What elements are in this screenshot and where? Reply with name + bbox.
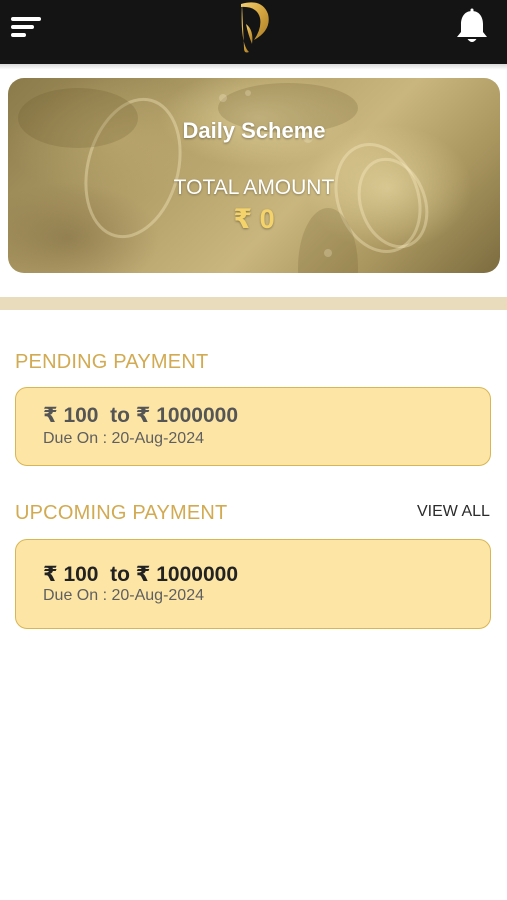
total-amount-value: ₹ 0 [233,204,275,234]
upcoming-due-date: Due On : 20-Aug-2024 [43,587,204,604]
scheme-banner: Daily Scheme TOTAL AMOUNT ₹ 0 [8,78,500,273]
pending-payment-title: PENDING PAYMENT [15,351,209,373]
total-amount-label: TOTAL AMOUNT [173,176,335,199]
app-screen: Daily Scheme TOTAL AMOUNT ₹ 0 PENDING PA… [0,0,507,900]
notification-bell-button[interactable] [454,8,490,46]
section-divider [0,297,507,310]
upcoming-payment-card[interactable]: ₹ 100 to ₹ 1000000 Due On : 20-Aug-2024 [15,539,491,629]
bell-icon [457,8,487,42]
scheme-name: Daily Scheme [182,118,326,143]
upcoming-payment-title: UPCOMING PAYMENT [15,502,228,524]
brand-logo [241,2,269,53]
top-app-bar [0,0,507,64]
pending-due-date: Due On : 20-Aug-2024 [43,430,204,447]
pending-amount-range: ₹ 100 to ₹ 1000000 [43,404,239,427]
view-all-link[interactable]: VIEW ALL [417,503,490,521]
top-bar-shadow [0,64,507,70]
menu-button[interactable] [8,10,48,46]
upcoming-amount-range: ₹ 100 to ₹ 1000000 [43,563,239,586]
pending-payment-card[interactable]: ₹ 100 to ₹ 1000000 Due On : 20-Aug-2024 [15,387,491,466]
